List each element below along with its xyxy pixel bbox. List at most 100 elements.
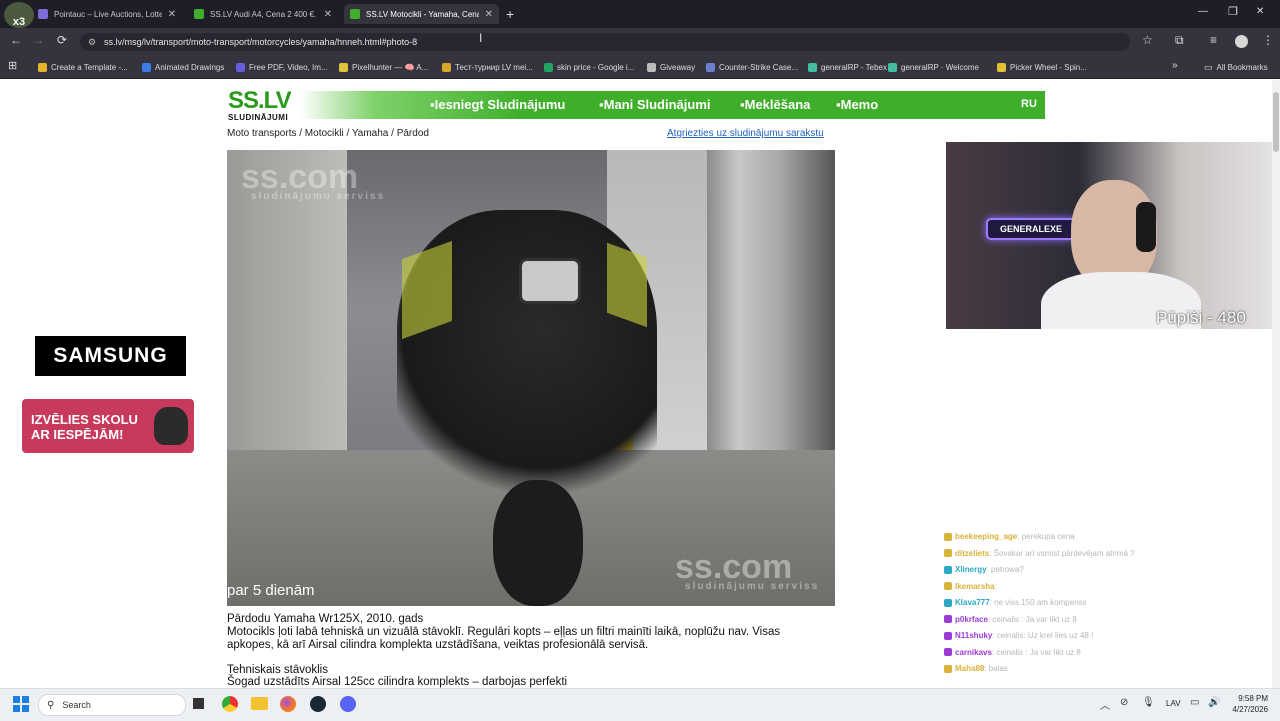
nav-my-ads[interactable]: ▪Mani Sludinājumi [599,97,711,112]
bookmark-item[interactable]: generalRP · Welcome [888,60,979,74]
bookmark-label: Counter-Strike Case... [719,62,799,72]
bookmark-favicon-icon [442,62,451,72]
site-info-icon[interactable]: ⚙ [88,37,96,48]
bookmark-item[interactable]: Counter-Strike Case... [706,60,798,74]
bookmark-item[interactable]: generalRP - Tebex [808,60,887,74]
tab-audi[interactable]: SS.LV Audi A4, Cena 2 400 €. S ✕ [188,4,338,24]
nav-submit-ad[interactable]: ▪Iesniegt Sludinājumu [430,97,565,112]
back-icon[interactable]: ← [10,33,22,47]
bookmark-item[interactable]: Create a Template -... [38,60,128,74]
neon-sign: GENERALEXE [986,218,1076,240]
bookmark-item[interactable]: Pixelhunter — 🧠 A... [339,60,428,74]
photo-caption: par 5 dienām [227,582,315,599]
chat-badge-icon [944,598,952,607]
bookmarks-overflow-icon[interactable]: » [1172,60,1178,71]
profile-icon[interactable] [1235,35,1248,48]
bookmark-label: Тест-турнир LV mei... [455,62,533,72]
new-tab-button[interactable]: + [506,6,514,22]
nav-search[interactable]: ▪Meklēšana [740,97,810,112]
chat-message: Maha88: balas [944,664,1008,673]
neon-sign-text: GENERALEXE [999,224,1062,234]
chrome-taskbar-icon[interactable] [222,696,238,712]
apps-icon[interactable]: ⊞ [8,59,17,72]
webcam-overlay: GENERALEXE Pūpiši - 480 [946,142,1280,329]
clock[interactable]: 9:58 PM 4/27/2026 [1224,693,1268,715]
tab-motocikli[interactable]: SS.LV Motocikli - Yamaha, Cena ✕ [344,4,499,24]
headphones [1136,202,1156,252]
file-explorer-icon[interactable] [251,697,268,710]
volume-icon[interactable]: 🔊 [1208,697,1220,708]
steam-icon[interactable] [310,696,326,712]
loan-ad[interactable]: IZVĒLIES SKOLU AR IESPĒJĀM! [22,399,194,453]
chat-username: carnikavs [955,647,992,657]
tray-app-icon[interactable]: ⊘ [1120,697,1128,708]
keyboard-language[interactable]: LAV [1166,699,1181,708]
chat-username: Xlinergy [955,565,987,574]
clock-time: 9:58 PM [1238,694,1268,703]
chat-message: beekeeping_age: perekupa cena [944,532,1075,541]
ad-photo[interactable]: ss.com sludinājumu serviss ss.com sludin… [227,150,835,606]
bookmark-label: Giveaway [660,62,696,72]
language-switch[interactable]: RU [1021,98,1037,110]
nav-search-label: Meklēšana [744,97,811,112]
media-icon[interactable]: ≡ [1210,33,1217,47]
bookmark-item[interactable]: Тест-турнир LV mei... [442,60,533,74]
search-icon: ⚲ [47,699,55,711]
chat-message: p0krface: ceinalis : Ja var likt uz 8 [944,615,1077,624]
chat-message: Xlinergy: petrowa? [944,565,1024,574]
windows-start-icon[interactable] [13,696,29,712]
bookmark-favicon-icon [888,62,897,72]
bookmark-star-icon[interactable]: ☆ [1142,33,1153,47]
tech-state-line: Šogad uzstādīts Airsal 125cc cilindra ko… [227,676,568,688]
bookmark-label: skin price - Google i... [557,62,635,72]
reload-icon[interactable]: ⟳ [57,33,67,47]
tab-close-icon[interactable]: ✕ [168,9,176,20]
bookmark-item[interactable]: Picker Wheel - Spin... [997,60,1087,74]
nav-memo[interactable]: ▪Memo [836,97,878,112]
bookmark-item[interactable]: Animated Drawings [142,60,224,74]
bookmark-item[interactable]: Giveaway [647,60,695,74]
tab-close-icon[interactable]: ✕ [485,9,493,20]
address-bar[interactable]: ⚙ ss.lv/msg/lv/transport/moto-transport/… [80,33,1130,51]
chat-badge-icon [944,631,952,640]
close-window-button[interactable]: ✕ [1256,6,1264,17]
all-bookmarks-button[interactable]: ▭ All Bookmarks [1204,60,1268,74]
chat-badge-icon [944,664,952,673]
taskbar-search[interactable]: ⚲ Search [38,694,186,716]
discord-icon[interactable] [340,696,356,712]
forward-icon[interactable]: → [32,33,44,47]
minimize-button[interactable]: — [1198,6,1208,17]
tab-favicon [194,9,204,19]
maximize-button[interactable]: ❐ [1228,5,1238,18]
tab-pointauc[interactable]: Pointauc – Live Auctions, Lotter ✕ [32,4,182,24]
page-scrollbar[interactable] [1272,80,1280,688]
samsung-ad[interactable]: SAMSUNG [35,336,186,376]
folder-icon: ▭ [1204,61,1213,72]
site-logo[interactable]: SS.LV SLUDINĀJUMI [228,89,292,123]
task-view-icon[interactable] [193,698,204,709]
bookmark-item[interactable]: Free PDF, Video, Im... [236,60,328,74]
microphone-icon[interactable]: 🎙 [1142,697,1155,708]
tab-close-icon[interactable]: ✕ [324,9,332,20]
breadcrumb[interactable]: Moto transports / Motocikli / Yamaha / P… [227,128,429,139]
bookmark-favicon-icon [997,62,1006,72]
tray-overflow-icon[interactable]: ︿ [1100,697,1110,712]
menu-icon[interactable]: ⋮ [1262,33,1274,47]
bookmark-label: Picker Wheel - Spin... [1010,62,1087,72]
chat-username: N11shuky [955,631,993,640]
bookmark-item[interactable]: skin price - Google i... [544,60,634,74]
chat-badge-icon [944,582,952,591]
watermark-subtitle: sludinājumu serviss [251,191,386,202]
back-to-list-link[interactable]: Atgriezties uz sludinājumu sarakstu [667,128,824,139]
scrollbar-thumb[interactable] [1273,92,1279,152]
profile-avatar[interactable]: x3 [4,2,34,28]
chat-text: : Šovakar arī vsmist pārdevējam atrimā ? [989,548,1135,558]
firefox-icon[interactable] [280,696,296,712]
chat-message: N11shuky: ceinalis: Uz krei lies uz 48 ! [944,631,1093,640]
chat-username: p0krface [955,614,988,624]
bookmark-favicon-icon [647,62,656,72]
mascot-icon [154,407,188,445]
extensions-icon[interactable]: ⧉ [1175,33,1184,48]
network-icon[interactable]: ▭ [1190,697,1199,708]
tech-state-heading: Tehniskais stāvoklis [227,664,328,676]
